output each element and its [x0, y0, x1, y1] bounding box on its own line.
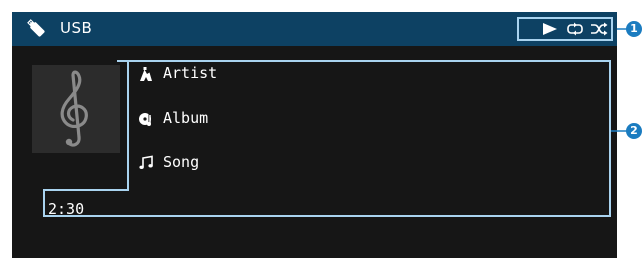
callout-1: 1: [626, 21, 642, 37]
callout-leaders: [611, 28, 629, 132]
callout-2: 2: [626, 123, 642, 139]
